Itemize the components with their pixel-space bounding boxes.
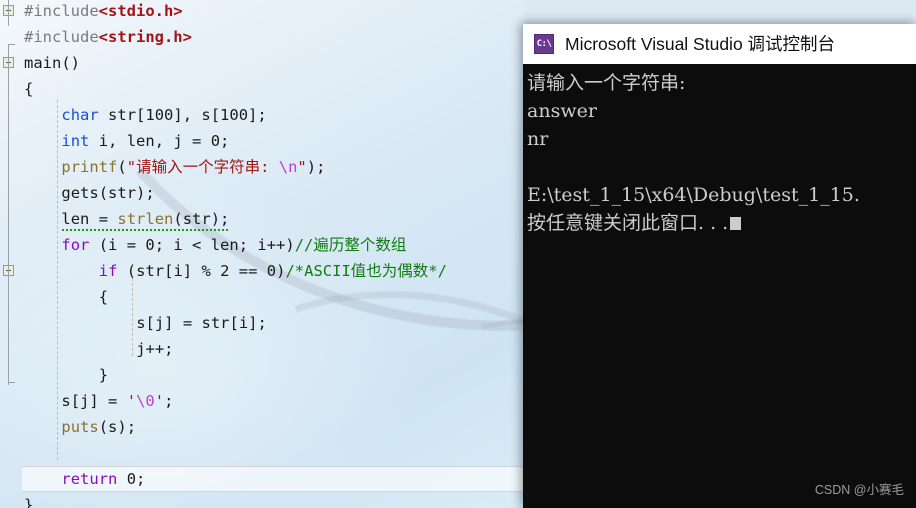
code-token: strlen bbox=[117, 210, 174, 228]
code-line[interactable]: if (str[i] % 2 == 0)/*ASCII值也为偶数*/ bbox=[99, 258, 447, 284]
console-output-line: E:\test_1_15\x64\Debug\test_1_15. bbox=[527, 184, 860, 206]
console-cmd-icon: C:\ bbox=[534, 33, 554, 54]
code-line[interactable]: { bbox=[99, 284, 108, 310]
csdn-watermark: CSDN @小赛毛 bbox=[814, 483, 904, 497]
console-output-line: nr bbox=[527, 128, 549, 150]
code-token: puts bbox=[61, 418, 99, 436]
code-token: /*ASCII值也为偶数*/ bbox=[285, 262, 447, 280]
code-token: \0 bbox=[136, 392, 155, 410]
code-token: len = bbox=[61, 210, 118, 228]
code-line[interactable]: #include<stdio.h> bbox=[24, 0, 183, 24]
code-token: gets(str); bbox=[61, 184, 155, 202]
code-token: (str[i] % 2 == 0) bbox=[117, 262, 286, 280]
code-token: printf bbox=[61, 158, 118, 176]
code-line[interactable]: } bbox=[99, 362, 108, 388]
code-token: ' bbox=[126, 392, 137, 410]
code-line[interactable]: gets(str); bbox=[61, 180, 154, 206]
code-token: main() bbox=[24, 54, 80, 72]
code-token: return bbox=[61, 470, 118, 488]
code-line[interactable]: puts(s); bbox=[61, 414, 136, 440]
code-token: s[j] = str[i]; bbox=[136, 314, 267, 332]
indent-guide bbox=[132, 278, 134, 356]
code-line[interactable]: #include<string.h> bbox=[24, 24, 192, 50]
code-token: ' bbox=[154, 392, 165, 410]
code-line[interactable]: s[j] = str[i]; bbox=[136, 310, 267, 336]
code-token: char bbox=[61, 106, 99, 124]
code-line[interactable]: { bbox=[24, 76, 33, 102]
code-token: s[j] = bbox=[61, 392, 127, 410]
code-token: { bbox=[24, 80, 34, 98]
code-token: { bbox=[98, 288, 109, 306]
code-token: "请输入一个字符串: bbox=[126, 158, 279, 176]
code-editor-pane[interactable]: #include<stdio.h> #include<string.h> main(… bbox=[0, 0, 524, 508]
code-token: #include bbox=[24, 2, 99, 20]
code-token: (str); bbox=[173, 210, 230, 228]
code-line[interactable]: main() bbox=[24, 50, 80, 76]
code-token: <string.h> bbox=[98, 28, 192, 46]
code-token: str[100], s[100]; bbox=[98, 106, 267, 124]
console-output-area[interactable]: 请输入一个字符串: answer nr E:\test_1_15\x64\Debug… bbox=[523, 64, 916, 508]
code-token: \n bbox=[278, 158, 298, 176]
debug-console-window[interactable]: C:\ Microsoft Visual Studio 调试控制台 请输入一个字… bbox=[523, 24, 916, 508]
console-output-line: 按任意键关闭此窗口. . . bbox=[525, 209, 916, 237]
code-token: (i = 0; i < len; i++) bbox=[89, 236, 295, 254]
code-token: <stdio.h> bbox=[98, 2, 183, 20]
warning-squiggle bbox=[61, 227, 230, 231]
console-output-line: 请输入一个字符串: bbox=[527, 72, 686, 94]
code-token: //遍历整个数组 bbox=[294, 236, 407, 254]
code-token: i, len, j = 0; bbox=[89, 132, 230, 150]
code-token: for bbox=[61, 236, 90, 254]
code-line[interactable]: int i, len, j = 0; bbox=[61, 128, 229, 154]
code-token: } bbox=[98, 366, 109, 384]
code-token: (s); bbox=[98, 418, 137, 436]
code-line[interactable]: for (i = 0; i < len; i++)//遍历整个数组 bbox=[61, 232, 406, 258]
code-token: 0; bbox=[117, 470, 146, 488]
code-token: ( bbox=[117, 158, 127, 176]
code-line[interactable]: char str[100], s[100]; bbox=[61, 102, 266, 128]
screenshot-root: #include<stdio.h> #include<string.h> main(… bbox=[0, 0, 916, 508]
console-output-line: answer bbox=[527, 100, 597, 122]
code-token: ); bbox=[306, 158, 326, 176]
code-line[interactable]: } bbox=[24, 492, 33, 508]
code-line[interactable]: printf("请输入一个字符串: \n"); bbox=[61, 154, 325, 180]
code-token: int bbox=[61, 132, 90, 150]
console-title-bar[interactable]: C:\ Microsoft Visual Studio 调试控制台 bbox=[523, 24, 916, 64]
indent-guide bbox=[57, 100, 59, 460]
code-token: if bbox=[98, 262, 118, 280]
code-token: j++; bbox=[136, 340, 174, 358]
editor-code-area[interactable]: #include<stdio.h> #include<string.h> main(… bbox=[0, 0, 524, 508]
code-token: ; bbox=[164, 392, 174, 410]
code-line[interactable]: return 0; bbox=[61, 466, 145, 492]
console-cursor bbox=[730, 217, 742, 230]
code-line[interactable]: j++; bbox=[136, 336, 173, 362]
code-token: #include bbox=[24, 28, 99, 46]
console-window-title: Microsoft Visual Studio 调试控制台 bbox=[565, 34, 836, 54]
code-token: " bbox=[297, 158, 307, 176]
code-line[interactable]: s[j] = '\0'; bbox=[61, 388, 173, 414]
code-token: } bbox=[24, 496, 34, 508]
